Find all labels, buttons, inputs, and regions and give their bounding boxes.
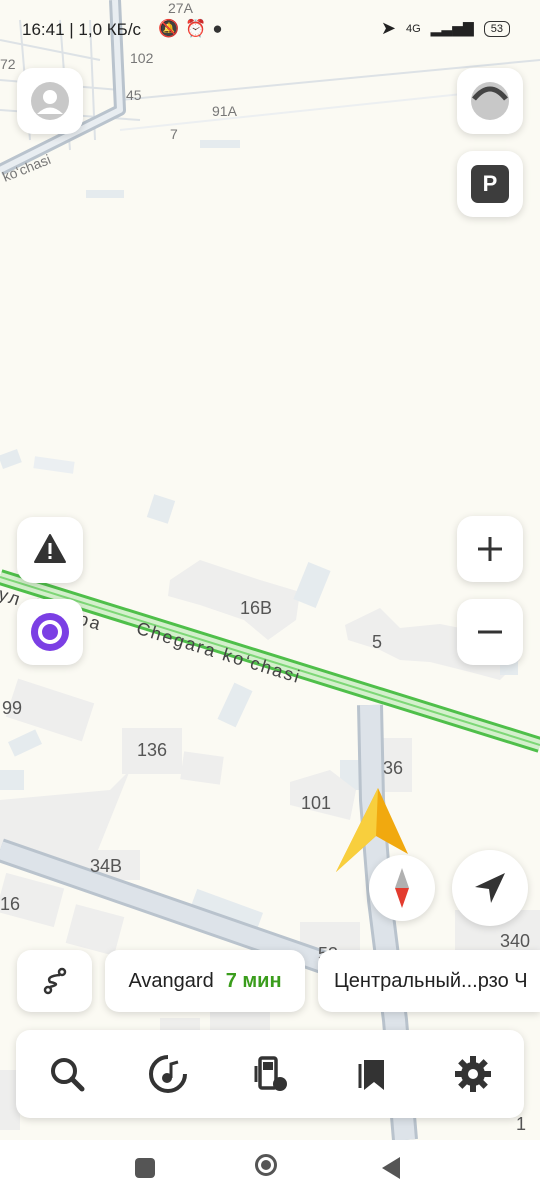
house-number: 5 [372,632,383,652]
compass-icon [395,868,409,908]
music-icon [149,1055,188,1093]
system-nav-bar [0,1140,540,1200]
bottom-toolbar [16,1030,524,1118]
profile-button[interactable] [17,68,83,134]
house-number: 16 [0,894,21,914]
route-chip-name: Avangard [128,969,214,992]
notification-icons: 🔕⏰● [158,19,229,38]
report-icon [34,534,66,563]
signal-icon: ▂▃▅▇ [430,20,474,36]
house-number: 91A [212,103,237,119]
route-chip-eta: 7 мин [225,969,282,992]
recents-button[interactable] [135,1158,155,1178]
route-chip-name: Центральный...рзо Ч [334,969,528,992]
status-right: ➤ 4G ▂▃▅▇ 53 [381,18,510,39]
routes-button[interactable] [17,950,92,1012]
battery-level: 53 [483,20,510,37]
routes-icon [43,967,66,995]
parking-button[interactable]: P [457,151,523,217]
house-number: 1 [516,1114,527,1134]
house-number: 7 [170,126,178,142]
house-number: 340 [500,931,531,951]
house-number: 45 [126,87,142,103]
search-button[interactable] [35,1042,99,1106]
home-button[interactable] [255,1154,277,1176]
network-type: 4G [405,22,421,35]
settings-button[interactable] [441,1042,505,1106]
alice-button[interactable] [17,599,83,665]
house-number: 34B [90,856,123,876]
zoom-in-button[interactable] [457,516,523,582]
fuel-button[interactable] [238,1042,302,1106]
status-bar: 16:41 | 1,0 КБ/с 🔕⏰● ➤ 4G ▂▃▅▇ 53 [0,0,540,60]
report-button[interactable] [17,517,83,583]
search-icon [50,1058,85,1092]
music-button[interactable] [136,1042,200,1106]
house-number: 36 [383,758,404,778]
house-number: 101 [301,793,332,813]
location-icon: ➤ [380,18,396,38]
zoom-out-button[interactable] [457,599,523,665]
locate-button[interactable] [452,850,528,926]
zoom-out-icon [478,630,502,634]
house-number: 16B [240,598,273,618]
bookmarks-button[interactable] [340,1042,404,1106]
parking-icon: P [471,165,509,203]
traffic-button[interactable] [457,68,523,134]
locate-icon [475,873,505,903]
settings-icon [455,1056,492,1092]
status-time: 16:41 | 1,0 КБ/с [22,20,142,39]
house-number: 99 [2,698,23,718]
compass-button[interactable] [369,855,435,921]
route-chip-center[interactable]: Центральный...рзо Ч [318,950,540,1012]
back-button[interactable] [380,1155,404,1181]
zoom-in-icon [478,537,502,561]
bookmarks-icon [358,1060,384,1090]
route-chip-avangard[interactable]: Avangard 7 мин [105,950,305,1012]
profile-icon [31,82,69,120]
traffic-icon [471,82,509,120]
house-number: 136 [137,740,168,760]
alice-icon [31,613,69,651]
fuel-icon [254,1056,287,1091]
